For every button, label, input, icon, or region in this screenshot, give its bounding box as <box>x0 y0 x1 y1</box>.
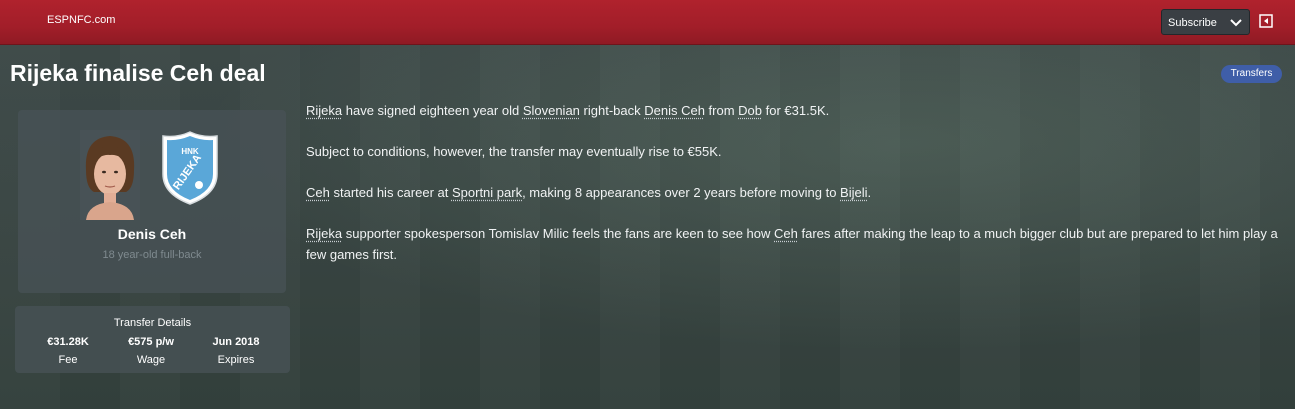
player-description: 18 year-old full-back <box>102 249 202 261</box>
paragraph-text: . <box>867 185 872 200</box>
article-paragraph-1: Rijeka have signed eighteen year old Slo… <box>306 100 1286 121</box>
article-paragraph-4: Rijeka supporter spokesperson Tomislav M… <box>306 223 1286 265</box>
club-link[interactable]: Rijeka <box>306 226 342 241</box>
paragraph-text: have signed eighteen year old <box>342 103 523 118</box>
subscribe-label: Subscribe <box>1168 17 1217 29</box>
article-paragraph-2: Subject to conditions, however, the tran… <box>306 144 722 159</box>
expires-label: Expires <box>217 354 255 366</box>
article-body: Rijeka have signed eighteen year old Slo… <box>306 100 1286 285</box>
transfer-details-title: Transfer Details <box>113 317 192 329</box>
article-headline: Rijeka finalise Ceh deal <box>10 60 266 86</box>
paragraph-text: right-back <box>579 103 645 118</box>
expires-column: Jun 2018 Expires <box>196 336 276 366</box>
fee-column: €31.28K Fee <box>28 336 108 366</box>
player-card: HNK RIJEKA Denis Ceh 18 year-old full-ba… <box>18 110 286 293</box>
wage-label: Wage <box>136 354 166 366</box>
article-paragraph-3: Ceh started his career at Sportni park, … <box>306 182 1286 203</box>
from-club-link[interactable]: Dob <box>738 103 762 118</box>
transfer-details-panel: Transfer Details €31.28K Fee €575 p/w Wa… <box>15 306 290 373</box>
player-link[interactable]: Ceh <box>306 185 330 200</box>
fee-value: €31.28K <box>47 336 89 348</box>
club-crest[interactable]: HNK RIJEKA <box>159 130 221 206</box>
subscribe-button[interactable]: Subscribe <box>1161 9 1250 35</box>
first-club-link[interactable]: Sportni park <box>452 185 522 200</box>
paragraph-text: from <box>704 103 739 118</box>
player-link[interactable]: Ceh <box>774 226 798 241</box>
wage-value: €575 p/w <box>128 336 174 348</box>
category-tag[interactable]: Transfers <box>1221 65 1282 83</box>
wage-column: €575 p/w Wage <box>111 336 191 366</box>
fee-label: Fee <box>58 354 78 366</box>
paragraph-text: , making 8 appearances over 2 years befo… <box>522 185 841 200</box>
chevron-down-icon <box>1230 19 1242 27</box>
player-photo[interactable] <box>80 130 140 220</box>
player-name[interactable]: Denis Ceh <box>18 226 286 242</box>
next-club-link[interactable]: Bijeli <box>840 185 867 200</box>
exit-icon[interactable] <box>1259 14 1273 28</box>
paragraph-text: supporter spokesperson Tomislav Milic fe… <box>342 226 774 241</box>
source-brand: ESPNFC.com <box>47 14 116 26</box>
paragraph-text: started his career at <box>329 185 452 200</box>
paragraph-text: for €31.5K. <box>762 103 830 118</box>
nationality-link[interactable]: Slovenian <box>523 103 580 118</box>
club-link[interactable]: Rijeka <box>306 103 342 118</box>
top-bar: ESPNFC.com Subscribe <box>0 0 1295 45</box>
player-link[interactable]: Denis Ceh <box>644 103 705 118</box>
expires-value: Jun 2018 <box>212 336 260 348</box>
